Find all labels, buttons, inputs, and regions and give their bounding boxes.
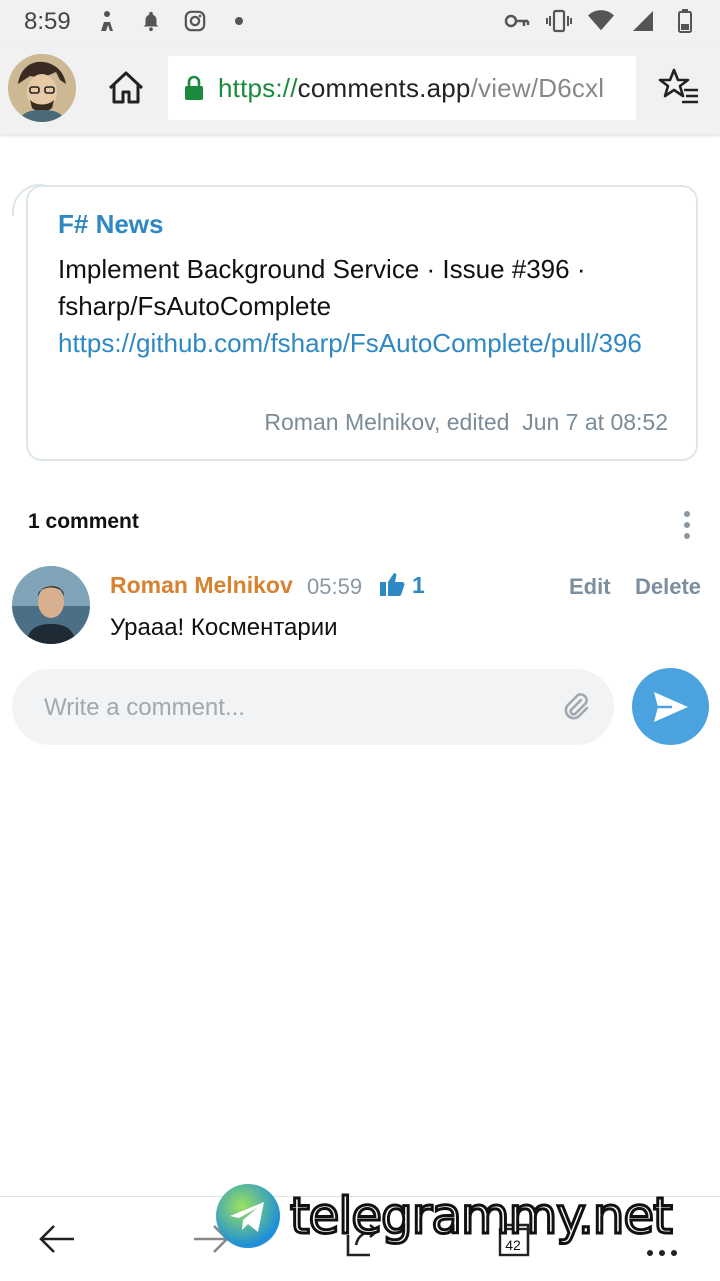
dot-icon (226, 8, 252, 34)
post-meta: Roman Melnikov, edited Jun 7 at 08:52 (264, 409, 668, 435)
url-bar[interactable]: https://comments.app/view/D6cxl (168, 56, 636, 120)
bell-icon (138, 8, 164, 34)
status-left-icons (94, 8, 252, 34)
comment-count: 1 comment (28, 510, 139, 533)
avatar[interactable] (12, 566, 90, 644)
lock-icon (184, 75, 204, 101)
paperclip-icon[interactable] (560, 691, 592, 723)
back-arrow-icon[interactable] (36, 1217, 80, 1261)
post-link[interactable]: https://github.com/fsharp/FsAutoComplete… (58, 325, 678, 362)
profile-avatar[interactable] (8, 54, 76, 122)
url-path: /view/D6cxl (470, 72, 605, 103)
status-time: 8:59 (24, 8, 71, 35)
more-options-icon[interactable] (676, 508, 698, 542)
home-icon[interactable] (104, 66, 148, 110)
comment-input[interactable] (42, 687, 526, 729)
url-host: comments.app (297, 72, 471, 103)
delete-button[interactable]: Delete (635, 574, 701, 600)
watermark: telegrammy.net (216, 1184, 675, 1248)
comment-text: Урааа! Косментарии (110, 614, 338, 641)
post-body: Implement Background Service · Issue #39… (58, 251, 678, 362)
thumbs-up-icon[interactable] (378, 570, 406, 598)
battery-icon (672, 8, 698, 34)
signal-icon (630, 8, 656, 34)
star-list-icon[interactable] (658, 66, 702, 110)
wifi-icon (588, 8, 614, 34)
url-scheme: https:// (218, 72, 298, 103)
vibrate-icon (546, 8, 572, 34)
channel-name[interactable]: F# News (58, 209, 164, 240)
edit-button[interactable]: Edit (569, 574, 611, 600)
browser-toolbar: https://comments.app/view/D6cxl (0, 44, 720, 134)
send-button[interactable] (632, 668, 709, 745)
comment-author[interactable]: Roman Melnikov (110, 572, 293, 599)
comment-time: 05:59 (307, 574, 363, 599)
instagram-icon (182, 8, 208, 34)
watermark-text: telegrammy.net (289, 1186, 675, 1247)
telegram-logo-icon (216, 1184, 280, 1248)
comment-input-container (12, 669, 614, 745)
status-right-icons (504, 8, 698, 34)
url-text: https://comments.app/view/D6cxl (218, 73, 604, 104)
send-icon (653, 691, 688, 722)
post-text: Implement Background Service · Issue #39… (58, 254, 586, 321)
post-card: F# News Implement Background Service · I… (26, 185, 698, 461)
like-count: 1 (412, 572, 425, 598)
key-icon (504, 8, 530, 34)
status-bar: 8:59 (0, 0, 720, 44)
person-transfer-icon (94, 8, 120, 34)
